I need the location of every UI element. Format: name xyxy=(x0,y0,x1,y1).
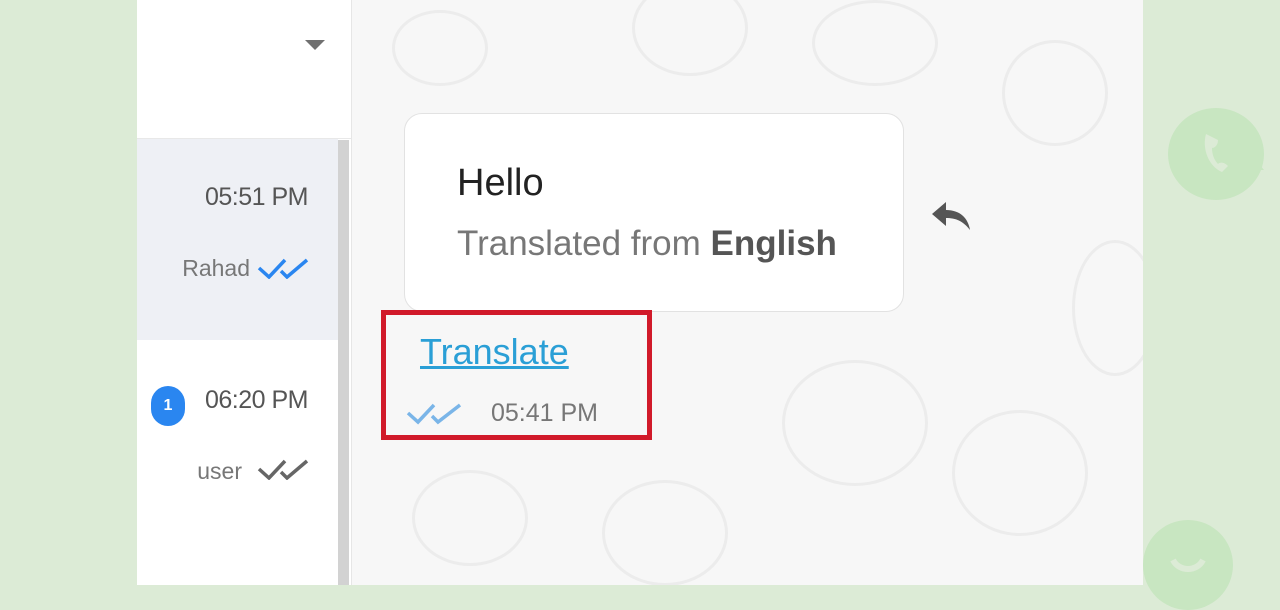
chat-sender: user xyxy=(197,458,242,484)
highlight-box: Translate 05:41 PM xyxy=(381,310,652,440)
chat-time: 05:51 PM xyxy=(204,183,309,211)
background-doodle xyxy=(1002,40,1108,146)
reply-icon[interactable] xyxy=(930,196,974,236)
chat-pane: Hello Translated from English Translate … xyxy=(352,0,1143,585)
message-text: Hello xyxy=(457,162,544,204)
chat-time: 06:20 PM xyxy=(204,386,309,414)
chat-list-item[interactable]: 1 06:20 PM user xyxy=(137,340,338,585)
source-language: English xyxy=(710,224,837,263)
message-time: 05:41 PM xyxy=(491,399,599,427)
dropdown-caret-icon[interactable] xyxy=(305,40,325,50)
message-bubble: Hello Translated from English xyxy=(404,113,904,312)
chat-list-item[interactable]: 05:51 PM Rahad xyxy=(137,139,338,340)
background-doodle xyxy=(782,360,928,486)
translated-note: Translated from English xyxy=(457,224,837,263)
double-check-icon xyxy=(257,258,309,279)
background-doodle xyxy=(392,10,488,86)
translate-link[interactable]: Translate xyxy=(420,331,569,373)
background-doodle xyxy=(812,0,938,86)
double-check-icon xyxy=(406,403,462,425)
double-check-icon xyxy=(257,459,309,480)
background-doodle xyxy=(602,480,728,585)
sidebar-scrollbar[interactable] xyxy=(338,140,349,585)
background-doodle xyxy=(1072,240,1143,376)
background-doodle xyxy=(412,470,528,566)
sidebar-header xyxy=(137,0,351,139)
background-doodle xyxy=(632,0,748,76)
whatsapp-icon xyxy=(1143,520,1233,610)
messenger-window: 05:51 PM Rahad 1 06:20 PM user Hello Tra… xyxy=(137,0,1143,585)
unread-badge: 1 xyxy=(151,386,185,426)
chat-sender: Rahad xyxy=(182,255,250,281)
background-doodle xyxy=(952,410,1088,536)
chat-list-sidebar: 05:51 PM Rahad 1 06:20 PM user xyxy=(137,0,351,585)
phone-icon xyxy=(1168,108,1264,200)
